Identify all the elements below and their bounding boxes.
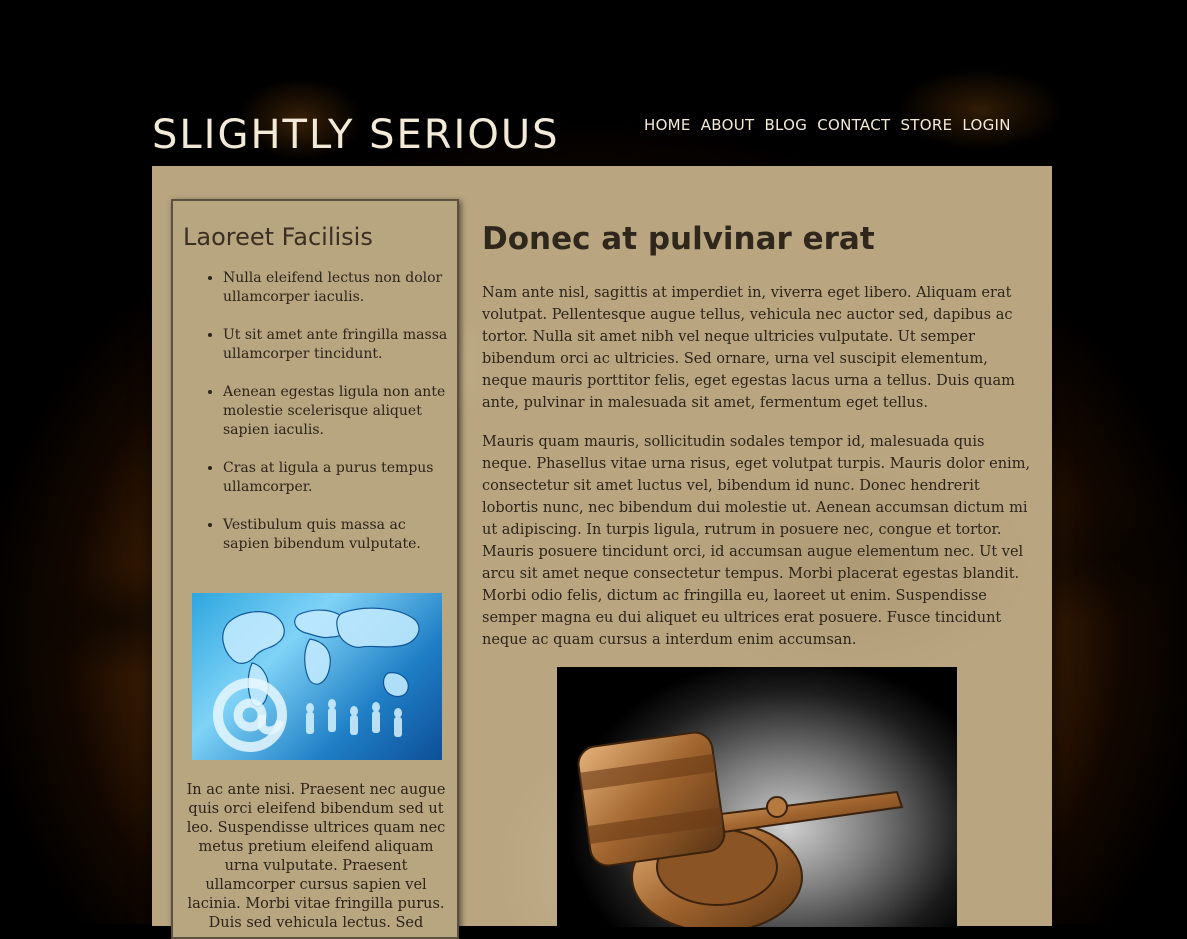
sidebar-list: Nulla eleifend lectus non dolor ullamcor… — [185, 269, 453, 573]
sidebar-heading: Laoreet Facilisis — [183, 223, 373, 251]
sidebar-list-item: Vestibulum quis massa ac sapien bibendum… — [223, 516, 453, 554]
sidebar-list-item: Aenean egestas ligula non ante molestie … — [223, 383, 453, 440]
sidebar-paragraph: In ac ante nisi. Praesent nec augue quis… — [186, 782, 446, 931]
gavel-image — [557, 667, 957, 927]
nav-home[interactable]: HOME — [644, 116, 691, 134]
sidebar-list-item: Ut sit amet ante fringilla massa ullamco… — [223, 326, 453, 364]
nav-blog[interactable]: BLOG — [764, 116, 807, 134]
site-title[interactable]: SLIGHTLY SERIOUS — [152, 112, 560, 158]
sidebar-list-item: Nulla eleifend lectus non dolor ullamcor… — [223, 269, 453, 307]
nav-contact[interactable]: CONTACT — [817, 116, 890, 134]
nav-store[interactable]: STORE — [900, 116, 952, 134]
world-map-image — [192, 593, 442, 760]
article-title: Donec at pulvinar erat — [482, 221, 875, 257]
top-nav: HOME ABOUT BLOG CONTACT STORE LOGIN — [644, 116, 1011, 134]
nav-login[interactable]: LOGIN — [962, 116, 1010, 134]
article-paragraph: Mauris quam mauris, sollicitudin sodales… — [482, 434, 1031, 648]
content-page: Laoreet Facilisis Nulla eleifend lectus … — [152, 166, 1052, 939]
nav-about[interactable]: ABOUT — [701, 116, 755, 134]
sidebar: Laoreet Facilisis Nulla eleifend lectus … — [171, 199, 459, 939]
gavel-icon — [577, 731, 904, 927]
sidebar-list-item: Cras at ligula a purus tempus ullamcorpe… — [223, 459, 453, 497]
article-paragraph: Nam ante nisl, sagittis at imperdiet in,… — [482, 285, 1015, 411]
world-map-network-icon — [213, 607, 420, 752]
